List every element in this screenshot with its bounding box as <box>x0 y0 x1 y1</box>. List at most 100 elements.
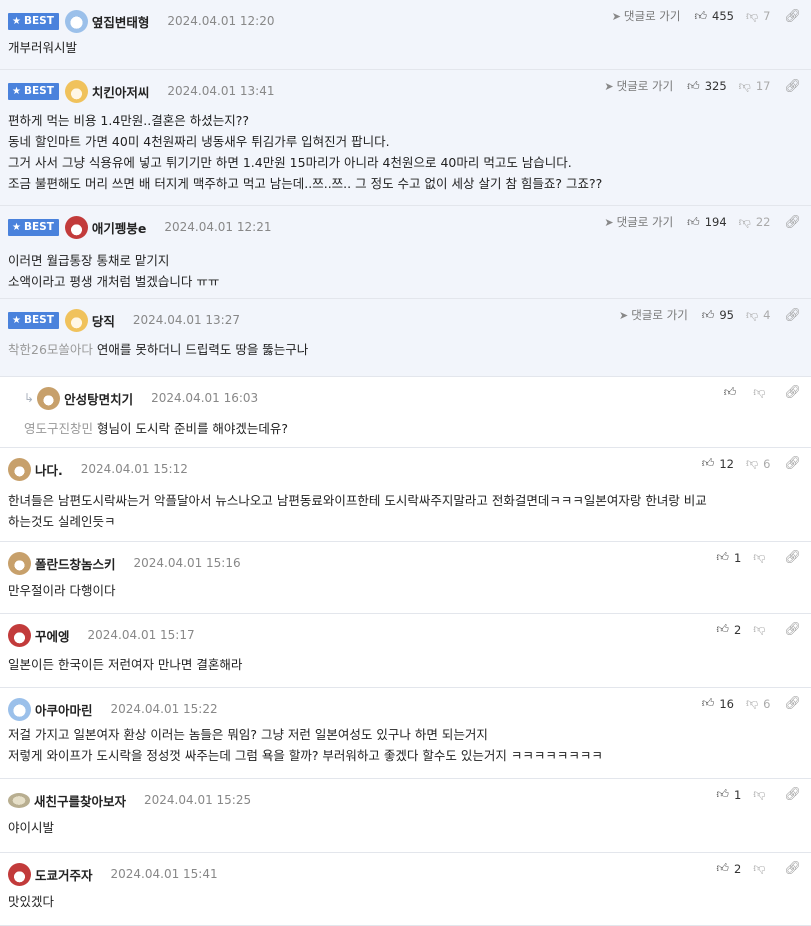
dislike-button[interactable]: 👎︎ <box>753 787 770 802</box>
comment-tools: ➤ 댓글로 가기 👍︎ 194 👎︎ 22 🔗︎ <box>604 214 801 230</box>
mention[interactable]: 영도구진창민 <box>24 421 93 436</box>
comment-header: 아쿠아마린 2024.04.01 15:22 <box>8 697 218 721</box>
like-button[interactable]: 👍︎ 12 <box>702 456 734 471</box>
comment-line: 저렇게 와이프가 도시락을 정성껏 싸주는데 그럼 욕을 할까? 부러워하고 좋… <box>8 745 801 766</box>
avatar[interactable] <box>8 697 31 721</box>
link-icon[interactable]: 🔗︎ <box>784 385 801 400</box>
avatar[interactable] <box>8 862 31 886</box>
goto-comment-link[interactable]: ➤ 댓글로 가기 <box>604 78 673 94</box>
avatar[interactable] <box>8 623 31 647</box>
comment-text: 동네 할인마트 가면 40미 4천원짜리 냉동새우 튀김가루 입혀진거 팝니다. <box>8 134 390 149</box>
avatar[interactable] <box>64 9 88 33</box>
comment-body: 이러면 월급통장 통채로 맡기지소액이라고 평생 개처럼 벌겠습니다 ㅠㅠ <box>8 250 801 292</box>
comment-date: 2024.04.01 15:17 <box>87 628 195 642</box>
comment: 새친구를찾아보자 2024.04.01 15:25 👍︎ 1 👎︎ 🔗︎ 야이시발 <box>0 779 811 853</box>
comment-tools: ➤ 댓글로 가기 👍︎ 95 👎︎ 4 🔗︎ <box>619 307 801 323</box>
comment-text: 하는것도 실례인듯ㅋ <box>8 514 116 529</box>
like-button[interactable]: 👍︎ 1 <box>716 550 741 565</box>
like-button[interactable]: 👍︎ <box>724 385 742 400</box>
comment-text: 맛있겠다 <box>8 894 55 909</box>
comment-line: 그거 사서 그냥 식용유에 넣고 튀기기만 하면 1.4만원 15마리가 아니라… <box>8 152 801 173</box>
dislike-button[interactable]: 👎︎ 6 <box>746 456 771 471</box>
link-icon[interactable]: 🔗︎ <box>784 787 801 802</box>
avatar[interactable] <box>8 457 31 481</box>
nickname[interactable]: 꾸에엥 <box>35 626 70 645</box>
link-icon[interactable]: 🔗︎ <box>784 456 801 471</box>
nickname[interactable]: 옆집변태형 <box>92 12 150 31</box>
thumbs-up-icon: 👍︎ <box>701 307 715 322</box>
comment-text: 연애를 못하더니 드립력도 땅을 뚫는구나 <box>96 342 309 357</box>
link-icon[interactable]: 🔗︎ <box>784 79 801 94</box>
reply-arrow-icon: ↳ <box>24 391 35 405</box>
link-icon[interactable]: 🔗︎ <box>784 215 801 230</box>
like-button[interactable]: 👍︎ 1 <box>716 787 741 802</box>
like-button[interactable]: 👍︎ 2 <box>716 622 741 637</box>
thumbs-up-icon: 👍︎ <box>701 696 715 710</box>
best-label: BEST <box>23 314 54 326</box>
comment-text: 조금 불편해도 머리 쓰면 배 터지게 맥주하고 먹고 남는데..쯔..쯔.. … <box>8 176 603 191</box>
link-icon[interactable]: 🔗︎ <box>784 9 801 24</box>
avatar[interactable] <box>8 792 30 808</box>
avatar[interactable] <box>64 79 88 103</box>
comment-body: 야이시발 <box>8 817 801 838</box>
comment-tools: ➤ 댓글로 가기 👍︎ 325 👎︎ 17 🔗︎ <box>604 78 801 94</box>
avatar[interactable] <box>64 308 88 332</box>
dislike-button[interactable]: 👎︎ <box>753 550 770 565</box>
thumbs-down-icon: 👎︎ <box>753 861 766 875</box>
dislike-button[interactable]: 👎︎ 6 <box>746 696 771 711</box>
link-icon[interactable]: 🔗︎ <box>784 550 801 565</box>
goto-comment-link[interactable]: ➤ 댓글로 가기 <box>612 8 681 24</box>
avatar[interactable] <box>37 386 61 410</box>
dislike-count: 6 <box>763 456 771 471</box>
like-button[interactable]: 👍︎ 16 <box>702 696 734 711</box>
best-label: BEST <box>23 221 54 233</box>
dislike-button[interactable]: 👎︎ 17 <box>739 79 771 94</box>
goto-comment-link[interactable]: ➤ 댓글로 가기 <box>619 307 688 323</box>
like-button[interactable]: 👍︎ 325 <box>687 79 727 94</box>
thumbs-up-icon: 👍︎ <box>687 214 700 229</box>
link-icon[interactable]: 🔗︎ <box>784 696 801 711</box>
link-icon[interactable]: 🔗︎ <box>784 622 801 637</box>
dislike-button[interactable]: 👎︎ <box>753 861 770 876</box>
thumbs-down-icon: 👎︎ <box>753 385 766 399</box>
comment-body: 일본이든 한국이든 저런여자 만나면 결혼해라 <box>8 654 801 675</box>
nickname[interactable]: 당직 <box>92 311 115 330</box>
best-label: BEST <box>23 85 54 97</box>
nickname[interactable]: 아쿠아마린 <box>35 700 93 719</box>
like-button[interactable]: 👍︎ 455 <box>694 9 734 24</box>
like-button[interactable]: 👍︎ 95 <box>702 308 734 323</box>
comment-text: 그거 사서 그냥 식용유에 넣고 튀기기만 하면 1.4만원 15마리가 아니라… <box>8 155 572 170</box>
dislike-button[interactable]: 👎︎ 7 <box>746 9 771 24</box>
avatar[interactable] <box>64 215 88 239</box>
comment: 아쿠아마린 2024.04.01 15:22 👍︎ 16 👎︎ 6 🔗︎ 저걸 가지고 일본여… <box>0 688 811 779</box>
goto-comment-link[interactable]: ➤ 댓글로 가기 <box>604 214 673 230</box>
mention[interactable]: 착한26모쏠아다 <box>8 342 93 357</box>
comment-header: 폴란드창놈스키 2024.04.01 15:16 <box>8 551 241 575</box>
comment-text: 편하게 먹는 비용 1.4만원..결혼은 하셨는지?? <box>8 113 249 128</box>
comment-text: 이러면 월급통장 통채로 맡기지 <box>8 253 170 268</box>
comment: ★ BEST 옆집변태형 2024.04.01 12:20 ➤ 댓글로 가기 👍︎ 455 👎︎… <box>0 0 811 70</box>
nickname[interactable]: 안성탕면치기 <box>64 389 133 408</box>
comment-text: 소액이라고 평생 개처럼 벌겠습니다 ㅠㅠ <box>8 274 220 289</box>
comment-line: 편하게 먹는 비용 1.4만원..결혼은 하셨는지?? <box>8 110 801 131</box>
comment-date: 2024.04.01 15:41 <box>110 867 218 881</box>
nickname[interactable]: 나다. <box>35 460 63 479</box>
dislike-button[interactable]: 👎︎ 22 <box>739 215 771 230</box>
link-icon[interactable]: 🔗︎ <box>784 861 801 876</box>
thumbs-up-icon: 👍︎ <box>694 8 708 23</box>
nickname[interactable]: 도쿄거주자 <box>35 865 93 884</box>
comment-tools: 👍︎ 👎︎ 🔗︎ <box>724 385 801 400</box>
comment: ★ BEST 당직 2024.04.01 13:27 ➤ 댓글로 가기 👍︎ 95 👎︎ 4 🔗︎ 착… <box>0 299 811 377</box>
nickname[interactable]: 치킨아저씨 <box>92 82 150 101</box>
dislike-button[interactable]: 👎︎ 4 <box>746 308 771 323</box>
nickname[interactable]: 새친구를찾아보자 <box>34 791 126 810</box>
dislike-button[interactable]: 👎︎ <box>753 385 770 400</box>
nickname[interactable]: 폴란드창놈스키 <box>35 554 116 573</box>
link-icon[interactable]: 🔗︎ <box>784 308 801 323</box>
dislike-button[interactable]: 👎︎ <box>753 622 770 637</box>
avatar[interactable] <box>8 551 31 575</box>
like-button[interactable]: 👍︎ 194 <box>687 215 727 230</box>
like-button[interactable]: 👍︎ 2 <box>716 861 741 876</box>
nickname[interactable]: 애기펭붕e <box>92 218 146 237</box>
comment-header: ★ BEST 치킨아저씨 2024.04.01 13:41 <box>8 79 275 103</box>
